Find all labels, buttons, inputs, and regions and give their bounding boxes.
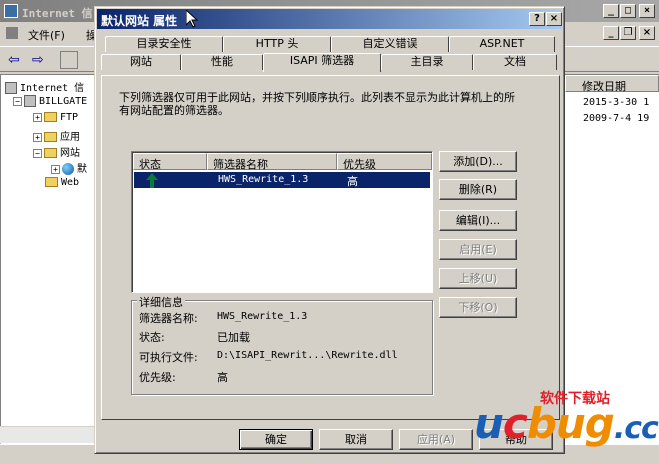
column-header-modified[interactable]: 修改日期 [565,75,659,93]
forward-arrow-icon[interactable]: ⇨ [32,52,44,68]
tab-directory-security[interactable]: 目录安全性 [105,36,223,52]
watermark-logo-bug: bug [526,399,615,448]
tab-aspnet[interactable]: ASP.NET [449,36,555,52]
tab-custom-errors[interactable]: 自定义错误 [331,36,449,52]
background-window-title: Internet 信 [22,7,93,20]
tree-node-server[interactable]: − BILLGATE [13,95,87,107]
tab-home-directory[interactable]: 主目录 [381,54,473,70]
iis-app-icon [4,4,18,18]
tree-node-apppool[interactable]: + 应用 [33,128,80,143]
mouse-cursor-icon [186,10,198,28]
tree-node-web-ext[interactable]: Web [45,177,79,188]
folder-icon [44,148,57,158]
close-icon[interactable]: × [639,4,655,18]
details-legend: 详细信息 [137,294,185,310]
column-header-filter-name[interactable]: 筛选器名称 [207,153,337,171]
filter-priority-cell: 高 [347,175,358,188]
menu-file[interactable]: 文件(F) [28,27,65,43]
detail-status-label: 状态: [139,331,165,344]
tree-node-default-site[interactable]: + 默 [51,160,87,175]
detail-status-value: 已加载 [217,331,250,344]
watermark-logo-c: c [502,399,528,448]
tree-pane[interactable]: Internet 信 − BILLGATE + FTP + 应用 − 网站 + 默 Web [0,74,100,444]
detail-executable-value: D:\ISAPI_Rewrit...\Rewrite.dll [217,350,398,361]
column-header-status[interactable]: 状态 [133,153,207,171]
tab-performance[interactable]: 性能 [181,54,263,70]
folder-icon [45,177,58,187]
enable-filter-button[interactable]: 启用(E) [439,239,517,260]
add-filter-button[interactable]: 添加(D)... [439,151,517,172]
detail-filter-name-label: 筛选器名称: [139,312,198,325]
tree-node-ftp[interactable]: + FTP [33,112,78,123]
child-restore-icon[interactable]: ❐ [620,26,636,40]
dialog-titlebar: 默认网站 属性 ? × [97,9,562,29]
list-item[interactable]: 2009-7-4 19 [583,113,649,124]
folder-icon [44,132,57,142]
detail-priority-label: 优先级: [139,371,176,384]
tab-website[interactable]: 网站 [101,54,181,70]
watermark-logo-u: u [474,399,504,448]
child-minimize-icon[interactable]: _ [603,26,619,40]
apply-button[interactable]: 应用(A) [399,429,473,450]
globe-icon [62,163,74,175]
filter-list[interactable]: 状态 筛选器名称 优先级 HWS_Rewrite_1.3 高 [131,151,433,293]
expand-icon[interactable]: + [33,132,42,142]
maximize-icon[interactable]: □ [620,4,636,18]
dialog-close-icon[interactable]: × [546,12,562,26]
back-arrow-icon[interactable]: ⇦ [8,52,20,68]
move-up-button[interactable]: 上移(U) [439,268,517,289]
computer-icon [24,95,36,107]
column-header-priority[interactable]: 优先级 [337,153,432,171]
collapse-icon[interactable]: − [33,148,42,158]
tab-documents[interactable]: 文档 [473,54,557,70]
tree-node-websites[interactable]: − 网站 [33,144,80,159]
filter-name-cell: HWS_Rewrite_1.3 [218,174,309,185]
edit-filter-button[interactable]: 编辑(I)... [439,210,517,231]
properties-dialog: 默认网站 属性 ? × 目录安全性 HTTP 头 自定义错误 ASP.NET 网… [94,6,565,454]
filters-description: 下列筛选器仅可用于此网站，并按下列顺序执行。此列表不显示为此计算机上的所有网站配… [119,91,515,117]
minimize-icon[interactable]: _ [603,4,619,18]
tree-node-root[interactable]: Internet 信 [5,79,84,94]
watermark-logo: ucbug.cc [474,403,659,450]
iis-root-icon [5,82,17,94]
ok-button[interactable]: 确定 [239,429,313,450]
child-close-icon[interactable]: × [639,26,655,40]
collapse-icon[interactable]: − [13,96,22,106]
tab-http-headers[interactable]: HTTP 头 [223,36,331,52]
expand-icon[interactable]: + [51,164,60,174]
list-item[interactable]: 2015-3-30 1 [583,97,649,108]
detail-executable-label: 可执行文件: [139,351,198,364]
help-icon[interactable]: ? [529,12,545,26]
table-row[interactable]: HWS_Rewrite_1.3 高 [134,172,430,188]
up-folder-icon[interactable] [60,51,78,69]
watermark-logo-cc: .cc [613,411,659,446]
detail-priority-value: 高 [217,371,228,384]
tree-horizontal-scrollbar[interactable] [0,426,100,443]
tab-isapi-filters[interactable]: ISAPI 筛选器 [263,53,381,72]
dialog-title: 默认网站 属性 [101,14,178,28]
folder-icon [44,112,57,122]
cancel-button[interactable]: 取消 [319,429,393,450]
remove-filter-button[interactable]: 删除(R) [439,179,517,200]
move-down-button[interactable]: 下移(O) [439,297,517,318]
expand-icon[interactable]: + [33,112,42,122]
up-arrow-icon [146,173,158,188]
detail-filter-name-value: HWS_Rewrite_1.3 [217,311,308,322]
mmc-icon [6,27,18,39]
